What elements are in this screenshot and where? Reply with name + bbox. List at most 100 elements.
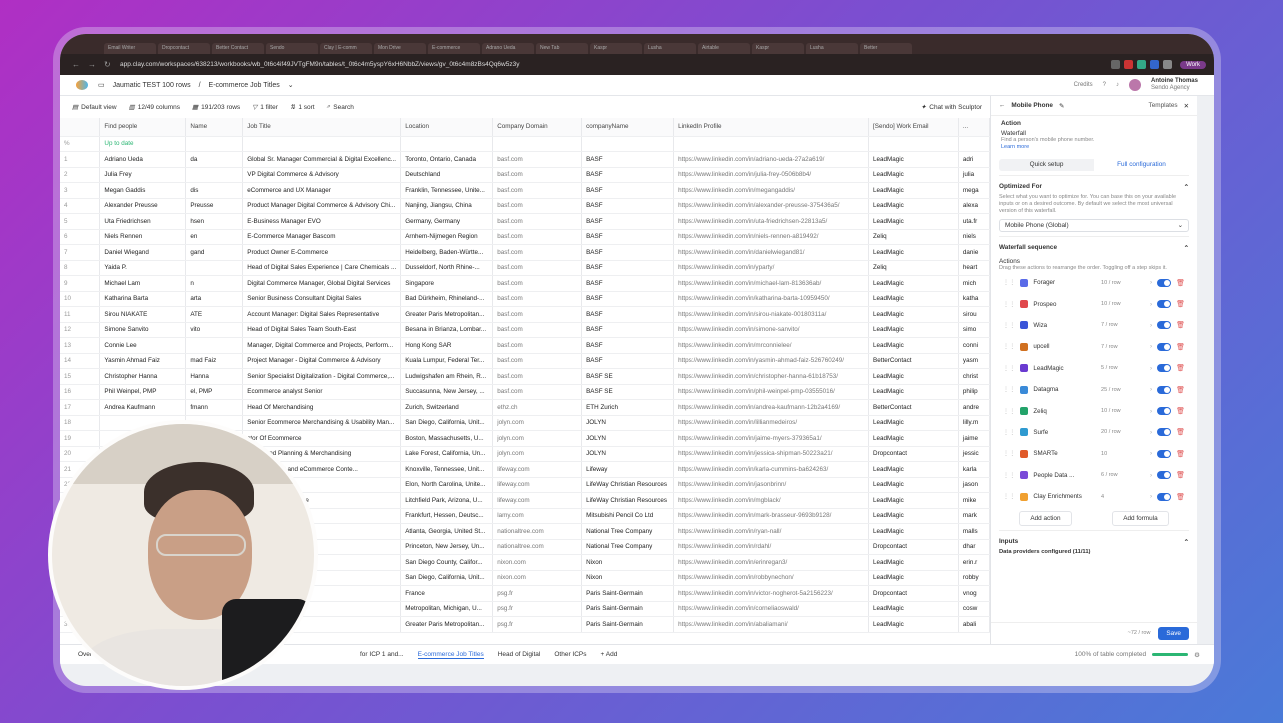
table-cell[interactable]: yasm [958,353,990,369]
optimized-select[interactable]: Mobile Phone (Global) ⌄ [999,219,1189,232]
table-cell[interactable]: LeadMagic [868,167,959,183]
table-cell[interactable]: hsen [185,213,244,230]
table-cell[interactable]: jolyn.com [492,446,583,462]
table-cell[interactable]: basf.com [492,244,583,261]
table-cell[interactable]: Senior Business Consultant Digital Sales [242,291,402,307]
table-cell[interactable]: LeadMagic [868,492,959,509]
table-cell[interactable]: https://www.linkedin.com/in/adriano-ueda… [673,151,870,168]
table-cell[interactable]: basf.com [492,322,583,338]
table-row[interactable]: 10 Katharina Barta arta Senior Business Con… [60,291,990,307]
table-cell[interactable]: Paris Saint-Germain [581,616,675,633]
table-cell[interactable]: julia [958,167,990,183]
table-cell[interactable]: 14 [60,353,101,369]
workbook-name[interactable]: Jaumatic TEST 100 rows [113,82,191,89]
table-cell[interactable]: LeadMagic [868,601,959,617]
chevron-right-icon[interactable]: › [1150,279,1152,286]
table-cell[interactable]: 17 [60,399,101,416]
table-cell[interactable]: Ecommerce analyst Senior [242,384,402,400]
table-cell[interactable]: Franklin, Tennessee, Unite... [400,182,494,199]
table-cell[interactable]: conni [958,337,990,354]
table-cell[interactable]: https://www.linkedin.com/in/alexander-pr… [673,198,870,214]
table-cell[interactable]: 6 [60,229,101,245]
table-cell[interactable]: Account Manager: Digital Sales Represent… [242,306,402,323]
table-cell[interactable]: Megan Gaddis [99,182,187,199]
table-cell[interactable]: Andrea Kaufmann [99,399,187,416]
table-cell[interactable]: LeadMagic [868,275,959,292]
table-cell[interactable]: https://www.linkedin.com/in/uta-friedric… [673,213,870,230]
browser-tab[interactable]: Airtable [698,43,750,54]
notification-icon[interactable]: ♪ [1116,82,1119,88]
provider-toggle[interactable] [1157,471,1172,480]
table-cell[interactable]: andre [958,399,990,416]
column-header[interactable]: companyName [581,118,675,137]
table-cell[interactable]: christ [958,368,990,385]
folder-icon[interactable]: ▭ [98,81,105,89]
table-cell[interactable]: psg.fr [492,585,583,602]
close-icon[interactable]: ✕ [1184,102,1189,110]
table-cell[interactable]: https://www.linkedin.com/in/yparty/ [673,260,870,276]
table-cell[interactable]: Paris Saint-Germain [581,601,675,617]
reload-icon[interactable]: ↻ [104,60,111,69]
sheet-tab-active[interactable]: E-commerce Job Titles [417,651,484,659]
table-cell[interactable]: Head Of Merchandising [242,399,402,416]
table-cell[interactable]: 11 [60,306,101,323]
column-header[interactable]: [Sendo] Work Email [868,118,959,137]
sheet-tab[interactable]: Head of Digital [498,651,541,658]
chat-sculptor-button[interactable]: ✦ Chat with Sculptor [921,103,982,112]
chevron-right-icon[interactable]: › [1150,365,1152,372]
drag-handle-icon[interactable]: ⋮⋮ [1003,322,1015,329]
table-cell[interactable]: gand [185,244,244,261]
table-cell[interactable]: Litchfield Park, Arizona, U... [400,492,494,509]
browser-tab[interactable]: Mon Drive [374,43,426,54]
table-cell[interactable]: BetterContact [868,399,959,416]
table-cell[interactable]: Katharina Barta [99,291,187,307]
table-cell[interactable]: Product Manager Digital Commerce & Advis… [242,198,402,214]
table-cell[interactable]: https://www.linkedin.com/in/julia-frey-0… [673,167,870,183]
learn-more-link[interactable]: Learn more [1001,144,1187,151]
table-cell[interactable]: LeadMagic [868,291,959,307]
table-cell[interactable]: https://www.linkedin.com/in/simone-sanvi… [673,322,870,338]
table-cell[interactable]: BASF [581,182,675,199]
table-cell[interactable]: https://www.linkedin.com/in/phil-weinpel… [673,384,870,400]
browser-tab[interactable]: E-commerce [428,43,480,54]
table-cell[interactable]: LeadMagic [868,508,959,524]
table-cell[interactable]: https://www.linkedin.com/in/corneliaoswa… [673,601,870,617]
table-cell[interactable]: 4 [60,198,101,214]
table-row[interactable]: 7 Daniel Wiegand gand Product Owner E-Comme… [60,244,990,261]
table-cell[interactable]: LeadMagic [868,198,959,214]
browser-tab[interactable]: Better Contact [212,43,264,54]
table-cell[interactable]: jolyn.com [492,415,583,431]
provider-row[interactable]: ⋮⋮ Clay Enrichments 4 › 🗑 [999,486,1189,507]
table-cell[interactable]: Michael Lam [99,275,187,292]
search-button[interactable]: ⌕ Search [327,103,354,111]
table-cell[interactable]: 2 [60,167,101,183]
table-cell[interactable]: malls [958,523,990,540]
table-cell[interactable]: San Diego, California, Unit... [400,415,494,431]
table-cell[interactable]: 13 [60,337,101,354]
inputs-header[interactable]: Inputs ⌃ [999,535,1189,549]
table-cell[interactable]: 16 [60,384,101,400]
table-cell[interactable]: mark [958,508,990,524]
table-cell[interactable]: Greater Paris Metropolitan... [400,306,494,323]
table-cell[interactable]: basf.com [492,213,583,230]
browser-tab[interactable]: Adrano Ueda [482,43,534,54]
table-cell[interactable]: mad Faiz [185,353,244,369]
table-cell[interactable]: France [400,585,494,602]
table-cell[interactable]: mich [958,275,990,292]
drag-handle-icon[interactable]: ⋮⋮ [1003,472,1015,479]
table-cell[interactable]: Bad Dürkheim, Rhineland-... [400,291,494,307]
table-cell[interactable]: sirou [958,306,990,323]
table-cell[interactable]: n [185,275,244,292]
table-row[interactable]: 15 Christopher Hanna Hanna Senior Specialis… [60,368,990,385]
table-cell[interactable]: BASF [581,167,675,183]
drag-handle-icon[interactable]: ⋮⋮ [1003,386,1015,393]
table-cell[interactable]: 8 [60,260,101,276]
table-row[interactable]: 3 Megan Gaddis dis eCommerce and UX Manager… [60,182,990,199]
table-cell[interactable]: Digital Commerce Manager, Global Digital… [242,275,402,292]
provider-toggle[interactable] [1157,492,1172,501]
table-cell[interactable]: E-Commerce Manager Bascom [242,229,402,245]
table-cell[interactable]: ATE [185,306,244,323]
table-cell[interactable]: https://www.linkedin.com/in/lillianmedei… [673,415,870,431]
sort-button[interactable]: ⇅ 1 sort [290,103,315,112]
table-cell[interactable]: Arnhem-Nijmegen Region [400,229,494,245]
